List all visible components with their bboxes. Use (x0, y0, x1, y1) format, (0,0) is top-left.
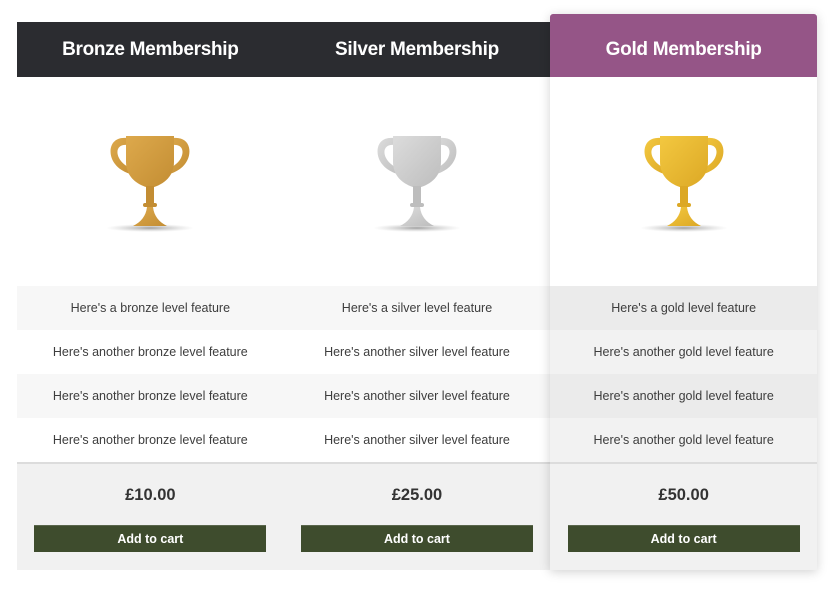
feature-item: Here's another bronze level feature (17, 330, 284, 374)
add-to-cart-button[interactable]: Add to cart (567, 525, 800, 552)
feature-item: Here's a bronze level feature (17, 286, 284, 330)
plan-image (283, 77, 551, 286)
pricing-table: Bronze Membership Here's a bronze level … (17, 14, 817, 570)
plan-footer: £50.00 Add to cart (550, 464, 817, 570)
feature-item: Here's another gold level feature (550, 374, 817, 418)
feature-item: Here's a silver level feature (283, 286, 551, 330)
feature-list: Here's a bronze level feature Here's ano… (17, 286, 284, 464)
feature-item: Here's another gold level feature (550, 418, 817, 462)
plan-title: Bronze Membership (17, 22, 284, 77)
plan-title: Gold Membership (550, 14, 817, 77)
trophy-bronze-icon (106, 135, 195, 232)
add-to-cart-button[interactable]: Add to cart (34, 525, 267, 552)
feature-list: Here's a gold level feature Here's anoth… (550, 286, 817, 464)
plan-price: £10.00 (125, 486, 176, 504)
plan-footer: £10.00 Add to cart (17, 464, 284, 570)
feature-item: Here's another silver level feature (283, 418, 551, 462)
feature-item: Here's a gold level feature (550, 286, 817, 330)
plan-footer: £25.00 Add to cart (283, 464, 551, 570)
feature-list: Here's a silver level feature Here's ano… (283, 286, 551, 464)
plan-title: Silver Membership (283, 22, 551, 77)
plan-gold: Gold Membership Here's a gold level feat… (550, 14, 817, 570)
feature-item: Here's another bronze level feature (17, 374, 284, 418)
trophy-silver-icon (372, 135, 461, 232)
trophy-gold-icon (639, 135, 728, 232)
feature-item: Here's another bronze level feature (17, 418, 284, 462)
plan-bronze: Bronze Membership Here's a bronze level … (17, 22, 284, 570)
plan-price: £50.00 (658, 486, 709, 504)
plan-image (17, 77, 284, 286)
plan-price: £25.00 (391, 486, 443, 504)
add-to-cart-button[interactable]: Add to cart (300, 525, 533, 552)
feature-item: Here's another silver level feature (283, 374, 551, 418)
plan-silver: Silver Membership Here's a silver level … (283, 22, 551, 570)
plan-image (550, 77, 817, 286)
feature-item: Here's another silver level feature (283, 330, 551, 374)
feature-item: Here's another gold level feature (550, 330, 817, 374)
